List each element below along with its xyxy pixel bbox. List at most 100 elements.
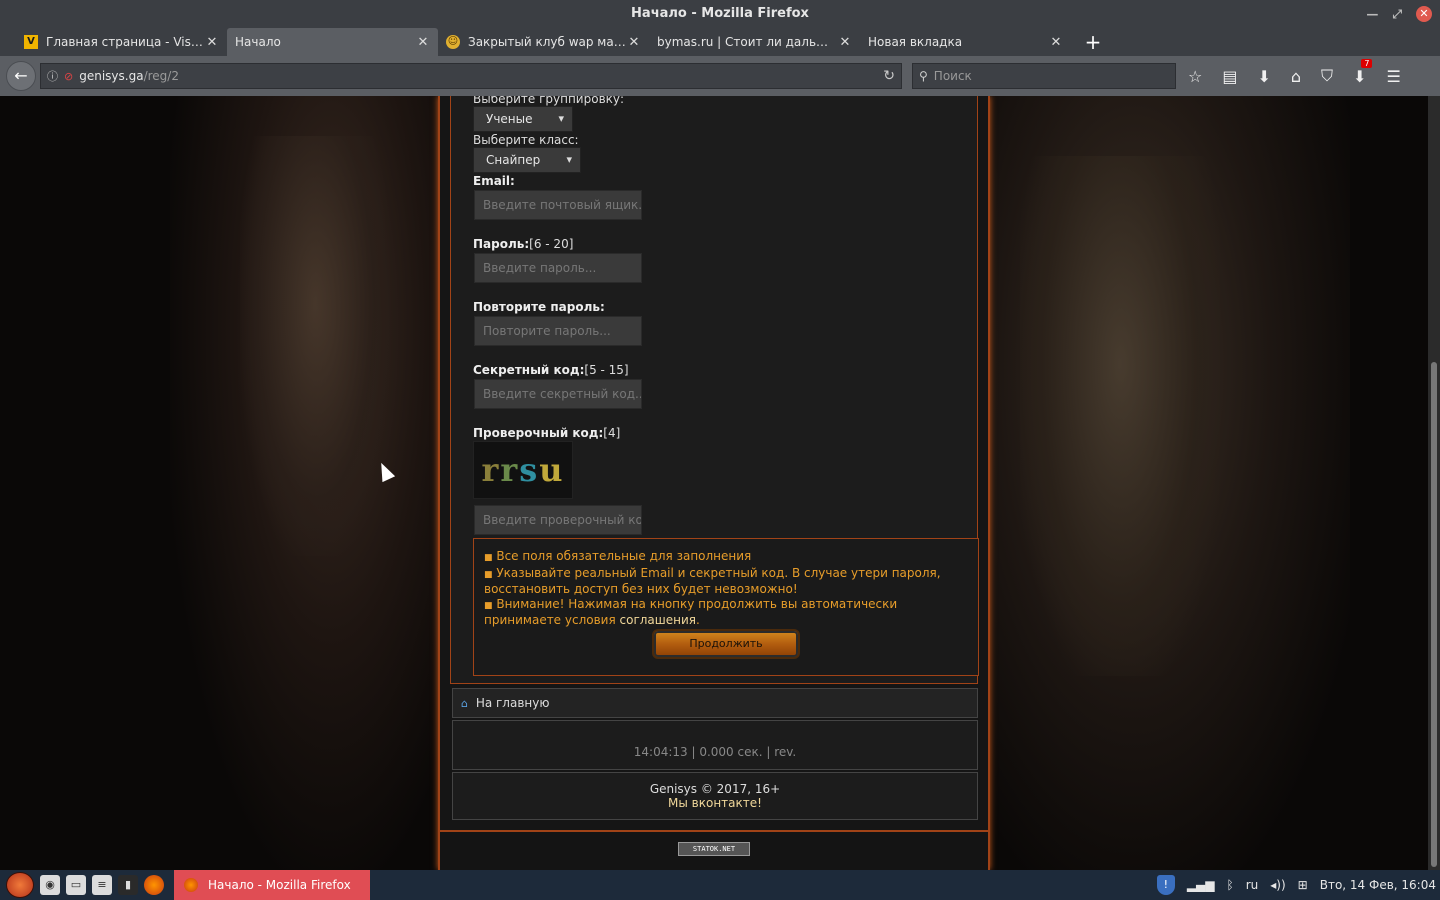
captcha-field[interactable]: Введите проверочный код... (474, 505, 642, 535)
firefox-icon (184, 878, 198, 892)
security-shield-icon[interactable]: ! (1156, 875, 1175, 895)
chevron-down-icon: ▾ (566, 153, 572, 166)
stalker-figure-right (1020, 156, 1220, 676)
bluetooth-icon[interactable]: ᛒ (1227, 878, 1234, 892)
notice-line-3: ■ Внимание! Нажимая на кнопку продолжить… (484, 596, 898, 628)
file-manager-icon[interactable]: ▭ (66, 875, 86, 895)
start-menu-icon[interactable] (6, 872, 34, 898)
footer: Genisys © 2017, 16+ Мы вконтакте! (452, 772, 978, 820)
back-button[interactable]: ← (6, 61, 36, 91)
tab-new[interactable]: Новая вкладка ✕ (860, 28, 1071, 56)
addon-badge: 7 (1361, 58, 1373, 68)
group-select[interactable]: Ученые ▾ (473, 106, 573, 132)
password-label: Пароль:[6 - 20] (473, 237, 574, 251)
clock[interactable]: Вто, 14 Фев, 16:04 (1320, 878, 1436, 892)
pocket-icon[interactable]: ⛉ (1321, 66, 1333, 86)
tab-bymas[interactable]: bymas.ru | Стоит ли дальш... ✕ (649, 28, 860, 56)
downloads-icon[interactable]: ⬇ (1257, 67, 1270, 86)
insecure-lock-icon[interactable]: ⊘ (64, 70, 73, 83)
search-bar[interactable]: ⚲ Поиск (912, 63, 1176, 89)
tab-favicon-icon: ☺ (446, 35, 460, 49)
email-label: Email: (473, 174, 515, 188)
agreement-link[interactable]: соглашения (620, 613, 697, 627)
vk-link[interactable]: Мы вконтакте! (453, 796, 977, 810)
close-window-icon[interactable]: ✕ (1416, 6, 1432, 22)
info-icon[interactable]: ⓘ (47, 68, 58, 84)
text-editor-icon[interactable]: ≡ (92, 875, 112, 895)
registration-notice: ■ Все поля обязательные для заполнения ■… (473, 538, 979, 676)
home-link[interactable]: На главную (476, 696, 550, 710)
copyright: Genisys © 2017, 16+ (649, 782, 781, 796)
email-field[interactable]: Введите почтовый ящик... (474, 190, 642, 220)
url-path: /reg/2 (143, 69, 179, 83)
volume-icon[interactable]: ◂)) (1270, 878, 1285, 892)
tab-close-icon[interactable]: ✕ (416, 35, 430, 50)
repeat-password-label: Повторите пароль: (473, 300, 605, 314)
reading-list-icon[interactable]: ▤ (1222, 67, 1237, 86)
tab-close-icon[interactable]: ✕ (838, 35, 852, 50)
home-icon[interactable]: ⌂ (1291, 67, 1301, 86)
tab-strip: V Главная страница - Visa... ✕ Начало ✕ … (0, 28, 1440, 56)
keyboard-layout[interactable]: ru (1246, 878, 1259, 892)
secret-code-field[interactable]: Введите секретный код... (474, 379, 642, 409)
captcha-image: rrsu (473, 441, 573, 499)
continue-button[interactable]: Продолжить (652, 629, 800, 659)
counter-row: STATOK.NET (440, 830, 988, 870)
search-placeholder: Поиск (933, 69, 972, 83)
tab-nachalo[interactable]: Начало ✕ (227, 28, 438, 56)
url-host: genisys.ga (79, 69, 144, 83)
tab-label: Новая вкладка (868, 35, 963, 49)
home-icon: ⌂ (461, 697, 468, 710)
app-launcher-icon[interactable]: ◉ (40, 875, 60, 895)
group-label: Выберите группировку: (473, 96, 625, 106)
statok-counter[interactable]: STATOK.NET (678, 842, 750, 856)
password-field[interactable]: Введите пароль... (474, 253, 642, 283)
task-label: Начало - Mozilla Firefox (208, 878, 351, 892)
window-controls: — ⤢ ✕ (1366, 0, 1432, 28)
home-nav: ⌂ На главную (452, 688, 978, 718)
menu-icon[interactable]: ☰ (1386, 67, 1400, 86)
maximize-icon[interactable]: ⤢ (1392, 0, 1402, 28)
taskbar-task-firefox[interactable]: Начало - Mozilla Firefox (174, 870, 370, 900)
captcha-label: Проверочный код:[4] (473, 426, 621, 440)
system-tray: ! ▂▄▆ ᛒ ru ◂)) ⊞ Вто, 14 Фев, 16:04 (1156, 870, 1436, 900)
search-icon: ⚲ (919, 69, 928, 83)
url-bar[interactable]: ⓘ ⊘ genisys.ga/reg/2 ↻ (40, 63, 902, 89)
network-signal-icon[interactable]: ▂▄▆ (1187, 878, 1215, 892)
tab-label: Начало (235, 35, 281, 49)
tab-close-icon[interactable]: ✕ (627, 35, 641, 50)
bookmark-star-icon[interactable]: ☆ (1188, 67, 1202, 86)
terminal-icon[interactable]: ▮ (118, 875, 138, 895)
page-scrollbar[interactable] (1428, 96, 1440, 870)
group-select-value: Ученые (486, 112, 533, 126)
registration-panel: Выберите группировку: Ученые ▾ Выберите … (450, 96, 979, 684)
tab-wap-club[interactable]: ☺ Закрытый клуб wap мас... ✕ (438, 28, 649, 56)
tab-close-icon[interactable]: ✕ (205, 35, 219, 50)
class-select[interactable]: Снайпер ▾ (473, 147, 581, 173)
notice-line-1: ■ Все поля обязательные для заполнения (484, 549, 752, 563)
window-titlebar: Начало - Mozilla Firefox — ⤢ ✕ (0, 0, 1440, 28)
stalker-figure-left (240, 136, 390, 556)
new-tab-button[interactable]: + (1079, 28, 1107, 56)
addon-icon[interactable]: ⬇ 7 (1353, 58, 1373, 86)
toolbar-icons: ☆ ▤ ⬇ ⌂ ⛉ ⬇ 7 ☰ (1188, 58, 1401, 86)
stats-box: 14:04:13 | 0.000 сек. | rev. (452, 720, 978, 770)
navigation-bar: ← ⓘ ⊘ genisys.ga/reg/2 ↻ ⚲ Поиск ☆ ▤ ⬇ ⌂… (0, 56, 1440, 96)
os-taskbar: ◉ ▭ ≡ ▮ Начало - Mozilla Firefox ! ▂▄▆ ᛒ… (0, 870, 1440, 900)
scrollbar-thumb[interactable] (1431, 362, 1437, 867)
minimize-icon[interactable]: — (1366, 0, 1378, 28)
chevron-down-icon: ▾ (558, 112, 564, 125)
page-stats: 14:04:13 | 0.000 сек. | rev. (633, 745, 797, 759)
class-select-value: Снайпер (486, 153, 541, 167)
repeat-password-field[interactable]: Повторите пароль... (474, 316, 642, 346)
tab-label: Закрытый клуб wap мас... (468, 35, 627, 49)
firefox-icon[interactable] (144, 875, 164, 895)
tab-label: bymas.ru | Стоит ли дальш... (657, 35, 838, 49)
network-icon[interactable]: ⊞ (1298, 878, 1308, 892)
secret-code-label: Секретный код:[5 - 15] (473, 363, 629, 377)
tab-label: Главная страница - Visa... (46, 35, 205, 49)
tab-favicon-icon: V (24, 35, 38, 49)
tab-visa[interactable]: V Главная страница - Visa... ✕ (16, 28, 227, 56)
reload-icon[interactable]: ↻ (883, 68, 895, 84)
tab-close-icon[interactable]: ✕ (1049, 35, 1063, 50)
